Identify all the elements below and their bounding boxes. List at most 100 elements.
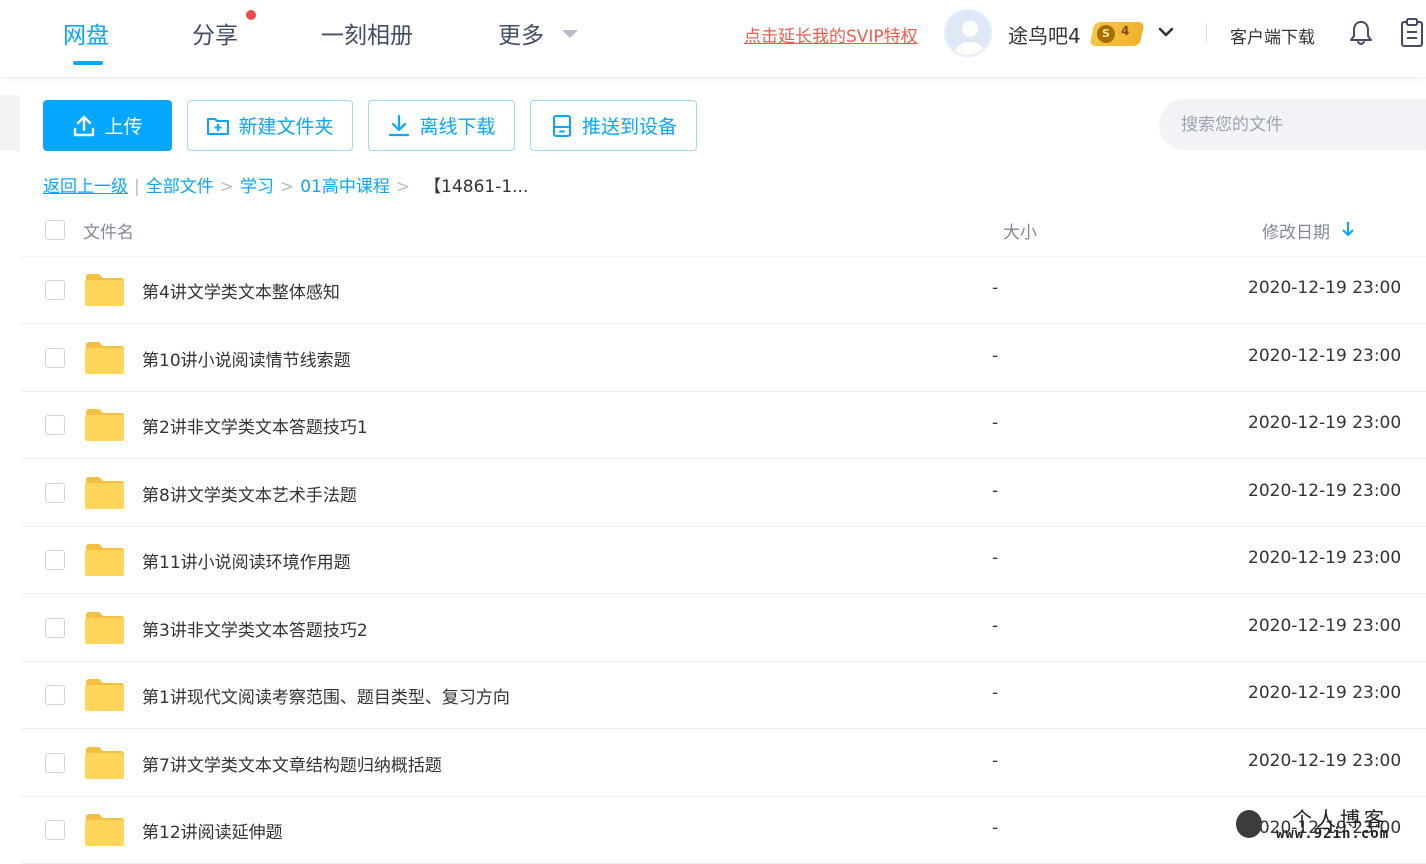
file-size: -: [992, 346, 999, 366]
file-size: -: [992, 683, 999, 703]
select-all-checkbox[interactable]: [45, 220, 65, 240]
folder-icon: [85, 544, 124, 576]
table-row[interactable]: 第7讲文学类文本文章结构题归纳概括题 - 2020-12-19 23:00: [20, 730, 1426, 797]
more-caret-icon[interactable]: [562, 30, 578, 38]
breadcrumb-separator: >: [395, 177, 411, 197]
column-modified-header[interactable]: 修改日期: [1262, 218, 1330, 243]
folder-icon: [85, 409, 124, 441]
vip-coin-icon: S: [1097, 25, 1115, 43]
row-checkbox[interactable]: [45, 820, 65, 840]
push-to-device-label: 推送到设备: [581, 116, 677, 138]
file-modified-date: 2020-12-19 23:00: [1248, 548, 1402, 568]
file-modified-date: 2020-12-19 23:00: [1248, 616, 1402, 636]
watermark-avatar-icon: [1236, 810, 1262, 838]
row-checkbox[interactable]: [45, 753, 65, 773]
file-modified-date: 2020-12-19 23:00: [1248, 481, 1402, 501]
file-modified-date: 2020-12-19 23:00: [1248, 278, 1402, 298]
file-name[interactable]: 第7讲文学类文本文章结构题归纳概括题: [142, 751, 442, 776]
column-name-header[interactable]: 文件名: [83, 218, 134, 243]
row-checkbox[interactable]: [45, 618, 65, 638]
header-divider: [1206, 23, 1207, 43]
active-tab-indicator: [73, 61, 103, 65]
avatar[interactable]: [944, 9, 992, 57]
table-row[interactable]: 第2讲非文学类文本答题技巧1 - 2020-12-19 23:00: [20, 392, 1426, 459]
file-size: -: [992, 548, 999, 568]
breadcrumb-high-school[interactable]: 01高中课程: [300, 177, 390, 197]
new-folder-button[interactable]: 新建文件夹: [187, 100, 353, 151]
clipboard-icon[interactable]: [1398, 18, 1426, 48]
download-icon: [389, 114, 410, 136]
file-modified-date: 2020-12-19 23:00: [1248, 346, 1402, 366]
new-folder-label: 新建文件夹: [238, 116, 334, 138]
folder-plus-icon: [207, 117, 230, 135]
file-name[interactable]: 第4讲文学类文本整体感知: [142, 278, 340, 303]
file-modified-date: 2020-12-19 23:00: [1248, 683, 1402, 703]
upload-icon: [74, 115, 95, 136]
upload-button[interactable]: 上传: [43, 100, 172, 151]
table-row[interactable]: 第11讲小说阅读环境作用题 - 2020-12-19 23:00: [20, 527, 1426, 594]
table-row[interactable]: 第12讲阅读延伸题 -2020-12-19 23:00: [20, 797, 1426, 864]
folder-icon: [85, 814, 124, 846]
file-modified-date: 2020-12-19 23:00: [1248, 413, 1402, 433]
breadcrumb-study[interactable]: 学习: [240, 177, 274, 197]
sort-desc-arrow-icon[interactable]: [1341, 221, 1355, 237]
left-edge-panel: [0, 95, 20, 151]
tab-more[interactable]: 更多: [498, 16, 544, 50]
username[interactable]: 途鸟吧4: [1008, 20, 1081, 49]
breadcrumb-separator: >: [279, 177, 295, 197]
file-size: -: [992, 818, 999, 838]
table-header: 文件名 大小 修改日期: [20, 200, 1426, 257]
tab-share[interactable]: 分享: [192, 16, 238, 50]
folder-icon: [85, 679, 124, 711]
file-size: -: [992, 616, 999, 636]
file-size: -: [992, 751, 999, 771]
table-row[interactable]: 第4讲文学类文本整体感知 - 2020-12-19 23:00: [20, 257, 1426, 324]
offline-download-label: 离线下载: [419, 116, 496, 138]
folder-icon: [85, 477, 124, 509]
file-name[interactable]: 第11讲小说阅读环境作用题: [142, 548, 351, 573]
device-icon: [552, 114, 571, 137]
breadcrumb-divider: |: [134, 177, 140, 197]
chevron-down-icon[interactable]: [1157, 23, 1175, 41]
folder-icon: [85, 274, 124, 306]
file-name[interactable]: 第12讲阅读延伸题: [142, 818, 283, 843]
table-row[interactable]: 第10讲小说阅读情节线索题 - 2020-12-19 23:00: [20, 325, 1426, 392]
row-checkbox[interactable]: [45, 280, 65, 300]
offline-download-button[interactable]: 离线下载: [368, 100, 515, 151]
breadcrumb-separator: >: [219, 177, 234, 197]
tab-moment-album[interactable]: 一刻相册: [321, 16, 413, 50]
row-checkbox[interactable]: [45, 685, 65, 705]
share-notification-dot: [246, 10, 256, 20]
back-link[interactable]: 返回上一级: [43, 177, 128, 197]
row-checkbox[interactable]: [45, 550, 65, 570]
folder-icon: [85, 612, 124, 644]
row-checkbox[interactable]: [45, 348, 65, 368]
vip-level-number: 4: [1121, 24, 1130, 38]
avatar-person-icon: [955, 21, 985, 55]
top-navigation-bar: 网盘 分享 一刻相册 更多 点击延长我的SVIP特权 途鸟吧4 S 4 客户端下…: [0, 0, 1426, 78]
tab-netdisk[interactable]: 网盘: [63, 16, 109, 50]
file-name[interactable]: 第2讲非文学类文本答题技巧1: [142, 413, 368, 438]
upload-label: 上传: [104, 116, 143, 138]
svip-promo-link[interactable]: 点击延长我的SVIP特权: [744, 22, 918, 47]
breadcrumb: 返回上一级 | 全部文件 > 学习 >01高中课程 > 【14861-1...: [43, 172, 528, 197]
folder-icon: [85, 747, 124, 779]
table-row[interactable]: 第3讲非文学类文本答题技巧2 - 2020-12-19 23:00: [20, 595, 1426, 662]
file-size: -: [992, 481, 999, 501]
file-name[interactable]: 第10讲小说阅读情节线索题: [142, 346, 351, 371]
table-row[interactable]: 第8讲文学类文本艺术手法题 - 2020-12-19 23:00: [20, 460, 1426, 527]
file-name[interactable]: 第8讲文学类文本艺术手法题: [142, 481, 357, 506]
file-size: -: [992, 278, 999, 298]
column-size-header[interactable]: 大小: [1003, 218, 1037, 243]
breadcrumb-all-files[interactable]: 全部文件: [146, 177, 214, 197]
row-checkbox[interactable]: [45, 483, 65, 503]
file-name[interactable]: 第1讲现代文阅读考察范围、题目类型、复习方向: [142, 683, 510, 708]
table-row[interactable]: 第1讲现代文阅读考察范围、题目类型、复习方向 - 2020-12-19 23:00: [20, 662, 1426, 729]
watermark-url: www.92in.com: [1276, 826, 1390, 842]
row-checkbox[interactable]: [45, 415, 65, 435]
push-to-device-button[interactable]: 推送到设备: [530, 100, 697, 151]
file-name[interactable]: 第3讲非文学类文本答题技巧2: [142, 616, 368, 641]
bell-icon[interactable]: [1348, 19, 1374, 47]
search-input[interactable]: [1159, 99, 1426, 150]
client-download-link[interactable]: 客户端下载: [1230, 23, 1315, 48]
